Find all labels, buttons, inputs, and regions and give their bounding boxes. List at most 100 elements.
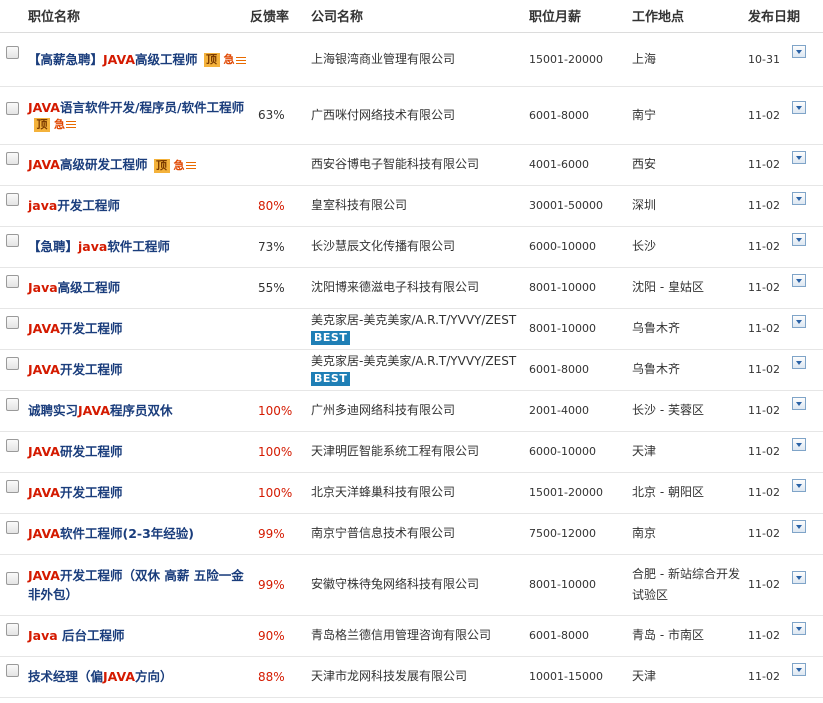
expand-details-icon[interactable] xyxy=(792,150,806,164)
feedback-rate xyxy=(250,144,303,186)
job-title-link[interactable]: 【高薪急聘】JAVA高级工程师 xyxy=(28,52,198,67)
feedback-rate: 90% xyxy=(250,615,303,657)
work-location: 合肥 - 新站综合开发试验区 xyxy=(624,554,742,616)
header-feedback-rate: 反馈率 xyxy=(250,0,303,33)
expand-details-icon[interactable] xyxy=(792,437,806,451)
company-name-link[interactable]: 青岛格兰德信用管理咨询有限公司 xyxy=(311,627,521,644)
expand-details-icon[interactable] xyxy=(792,396,806,410)
row-checkbox[interactable] xyxy=(6,663,19,677)
job-title-keyword: JAVA xyxy=(103,51,135,67)
row-checkbox[interactable] xyxy=(6,397,19,411)
row-checkbox[interactable] xyxy=(6,622,19,636)
row-checkbox[interactable] xyxy=(6,315,19,329)
company-name-link[interactable]: 安徽守株待兔网络科技有限公司 xyxy=(311,576,521,593)
company-name-link[interactable]: 北京天洋蜂巢科技有限公司 xyxy=(311,484,521,501)
job-title-suffix: 后台工程师 xyxy=(57,628,125,643)
company-name-link[interactable]: 沈阳博来德滋电子科技有限公司 xyxy=(311,279,521,296)
salary: 6001-8000 xyxy=(521,615,624,657)
feedback-rate: 88% xyxy=(250,656,303,698)
work-location: 天津 xyxy=(624,656,742,698)
publish-date: 11-02 xyxy=(748,199,780,212)
feedback-rate: 55% xyxy=(250,267,303,309)
row-checkbox[interactable] xyxy=(6,233,19,247)
job-title-link[interactable]: JAVA软件工程师(2-3年经验) xyxy=(28,526,194,541)
job-title-link[interactable]: 【急聘】java软件工程师 xyxy=(28,239,170,254)
job-title-keyword: java xyxy=(78,239,108,254)
row-checkbox[interactable] xyxy=(6,479,19,493)
company-name-link[interactable]: 天津明匠智能系统工程有限公司 xyxy=(311,443,521,460)
best-employer-badge: BEST xyxy=(311,330,351,345)
company-name-link[interactable]: 皇室科技有限公司 xyxy=(311,197,521,214)
company-name-link[interactable]: 美克家居-美克美家/A.R.T/YVVY/ZEST xyxy=(311,353,521,370)
job-title-link[interactable]: 技术经理（偏JAVA方向） xyxy=(28,669,173,684)
company-name-link[interactable]: 南京宁普信息技术有限公司 xyxy=(311,525,521,542)
row-checkbox[interactable] xyxy=(6,356,19,370)
job-title-keyword: Java xyxy=(28,628,58,643)
company-name-link[interactable]: 天津市龙网科技发展有限公司 xyxy=(311,668,521,685)
expand-details-icon[interactable] xyxy=(792,273,806,287)
job-title-suffix: 软件工程师(2-3年经验) xyxy=(59,526,194,541)
feedback-rate xyxy=(250,349,303,391)
row-checkbox[interactable] xyxy=(6,571,19,585)
job-title-link[interactable]: JAVA高级研发工程师 xyxy=(28,157,148,172)
job-title-link[interactable]: JAVA语言软件开发/程序员/软件工程师 xyxy=(28,100,244,115)
urgent-badge-label: 急 xyxy=(173,158,185,172)
company-name-link[interactable]: 美克家居-美克美家/A.R.T/YVVY/ZEST xyxy=(311,312,521,329)
job-title-suffix: 开发工程师（双休 高薪 五险一金 非外包） xyxy=(28,567,244,602)
work-location: 深圳 xyxy=(624,185,742,227)
expand-details-icon[interactable] xyxy=(792,232,806,246)
job-title-prefix: 技术经理（偏 xyxy=(28,669,104,684)
job-title-link[interactable]: 诚聘实习JAVA程序员双休 xyxy=(28,403,173,418)
expand-details-icon[interactable] xyxy=(792,355,806,369)
publish-date: 11-02 xyxy=(748,629,780,642)
company-name-link[interactable]: 广西咪付网络技术有限公司 xyxy=(311,107,521,124)
salary: 2001-4000 xyxy=(521,390,624,432)
job-title-link[interactable]: JAVA研发工程师 xyxy=(28,444,123,459)
job-title-link[interactable]: JAVA开发工程师 xyxy=(28,362,123,377)
row-checkbox[interactable] xyxy=(6,274,19,288)
expand-details-icon[interactable] xyxy=(792,191,806,205)
row-checkbox[interactable] xyxy=(6,438,19,452)
table-row: JAVA软件工程师(2-3年经验) 99% 南京宁普信息技术有限公司 7500-120… xyxy=(0,513,823,555)
company-name-link[interactable]: 长沙慧辰文化传播有限公司 xyxy=(311,238,521,255)
row-checkbox[interactable] xyxy=(6,46,19,59)
job-title-link[interactable]: JAVA开发工程师（双休 高薪 五险一金 非外包） xyxy=(28,568,244,602)
row-checkbox[interactable] xyxy=(6,151,19,165)
row-checkbox[interactable] xyxy=(6,102,19,115)
job-title-keyword: java xyxy=(28,198,58,213)
job-title-suffix: 高级研发工程师 xyxy=(59,157,148,172)
job-title-link[interactable]: JAVA开发工程师 xyxy=(28,485,123,500)
company-name-link[interactable]: 广州多迪网络科技有限公司 xyxy=(311,402,521,419)
urgent-badge-icon: 急 xyxy=(174,159,196,173)
expand-details-icon[interactable] xyxy=(792,478,806,492)
header-job-title: 职位名称 xyxy=(0,0,250,33)
publish-date: 11-02 xyxy=(748,445,780,458)
feedback-rate xyxy=(250,308,303,350)
job-title-suffix: 研发工程师 xyxy=(59,444,123,459)
row-checkbox[interactable] xyxy=(6,520,19,534)
company-name-link[interactable]: 上海银湾商业管理有限公司 xyxy=(311,51,521,68)
expand-details-icon[interactable] xyxy=(792,45,806,58)
expand-details-icon[interactable] xyxy=(792,314,806,328)
publish-date: 11-02 xyxy=(748,527,780,540)
job-title-suffix: 方向） xyxy=(135,669,173,684)
expand-details-icon[interactable] xyxy=(792,101,806,114)
publish-date: 11-02 xyxy=(748,108,780,122)
table-row: 【急聘】java软件工程师 73% 长沙慧辰文化传播有限公司 6000-10000 长沙… xyxy=(0,226,823,268)
company-name-link[interactable]: 西安谷博电子智能科技有限公司 xyxy=(311,156,521,173)
job-title-link[interactable]: Java高级工程师 xyxy=(28,280,120,295)
job-title-suffix: 高级工程师 xyxy=(57,280,121,295)
table-row: 诚聘实习JAVA程序员双休 100% 广州多迪网络科技有限公司 2001-4000 长沙… xyxy=(0,390,823,432)
expand-details-icon[interactable] xyxy=(792,662,806,676)
job-title-link[interactable]: java开发工程师 xyxy=(28,198,120,213)
job-title-link[interactable]: JAVA开发工程师 xyxy=(28,321,123,336)
expand-details-icon[interactable] xyxy=(792,519,806,533)
expand-details-icon[interactable] xyxy=(792,621,806,635)
job-title-keyword: JAVA xyxy=(78,403,110,418)
table-row: JAVA开发工程师 美克家居-美克美家/A.R.T/YVVY/ZEST BEST 60… xyxy=(0,349,823,391)
job-title-keyword: JAVA xyxy=(28,100,60,116)
salary: 6001-8000 xyxy=(521,86,624,145)
job-title-link[interactable]: Java 后台工程师 xyxy=(28,628,125,643)
expand-details-icon[interactable] xyxy=(792,570,806,584)
row-checkbox[interactable] xyxy=(6,192,19,206)
